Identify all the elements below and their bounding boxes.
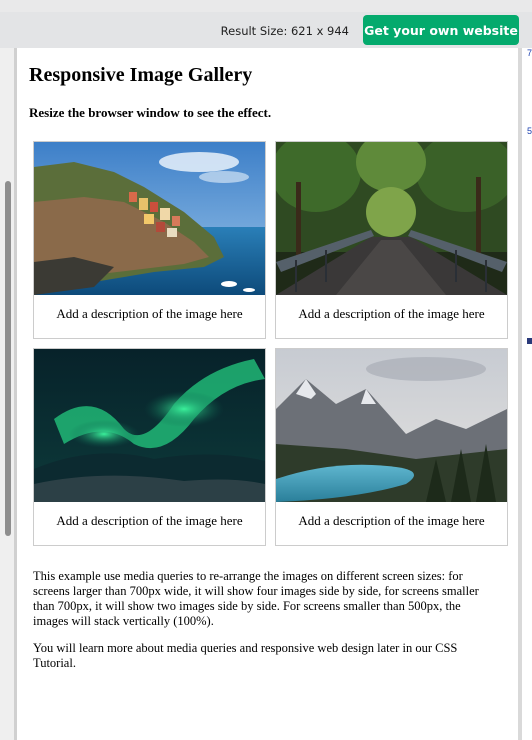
cinque-terre-image[interactable] bbox=[34, 142, 265, 295]
image-description: Add a description of the image here bbox=[298, 513, 485, 528]
peek-glyph: 5 bbox=[527, 126, 532, 136]
result-iframe: Responsive Image Gallery Resize the brow… bbox=[17, 48, 518, 740]
adjacent-pane-peek: 7 5 bbox=[522, 48, 532, 740]
image-description: Add a description of the image here bbox=[56, 513, 243, 528]
gallery-item: Add a description of the image here bbox=[33, 348, 266, 546]
image-description: Add a description of the image here bbox=[56, 306, 243, 321]
peek-block bbox=[527, 338, 532, 344]
result-size-label: Result Size: 621 x 944 bbox=[220, 24, 349, 38]
get-your-own-website-button[interactable]: Get your own website bbox=[363, 15, 519, 45]
tutorial-paragraph: You will learn more about media queries … bbox=[33, 641, 458, 670]
northern-lights-image[interactable] bbox=[34, 349, 265, 502]
mountain-lake-image[interactable] bbox=[276, 349, 507, 502]
image-description: Add a description of the image here bbox=[298, 306, 485, 321]
page-subtitle: Resize the browser window to see the eff… bbox=[29, 105, 272, 120]
gallery-item: Add a description of the image here bbox=[33, 141, 266, 339]
page-title: Responsive Image Gallery bbox=[29, 64, 253, 86]
forest-footbridge-image[interactable] bbox=[276, 142, 507, 295]
gallery-item: Add a description of the image here bbox=[275, 348, 508, 546]
left-scrollbar-track[interactable] bbox=[0, 48, 15, 740]
gallery-item: Add a description of the image here bbox=[275, 141, 508, 339]
explanation-paragraph: This example use media queries to re-arr… bbox=[33, 569, 479, 628]
peek-glyph: 7 bbox=[527, 48, 532, 58]
scrollbar-thumb[interactable] bbox=[5, 181, 11, 536]
